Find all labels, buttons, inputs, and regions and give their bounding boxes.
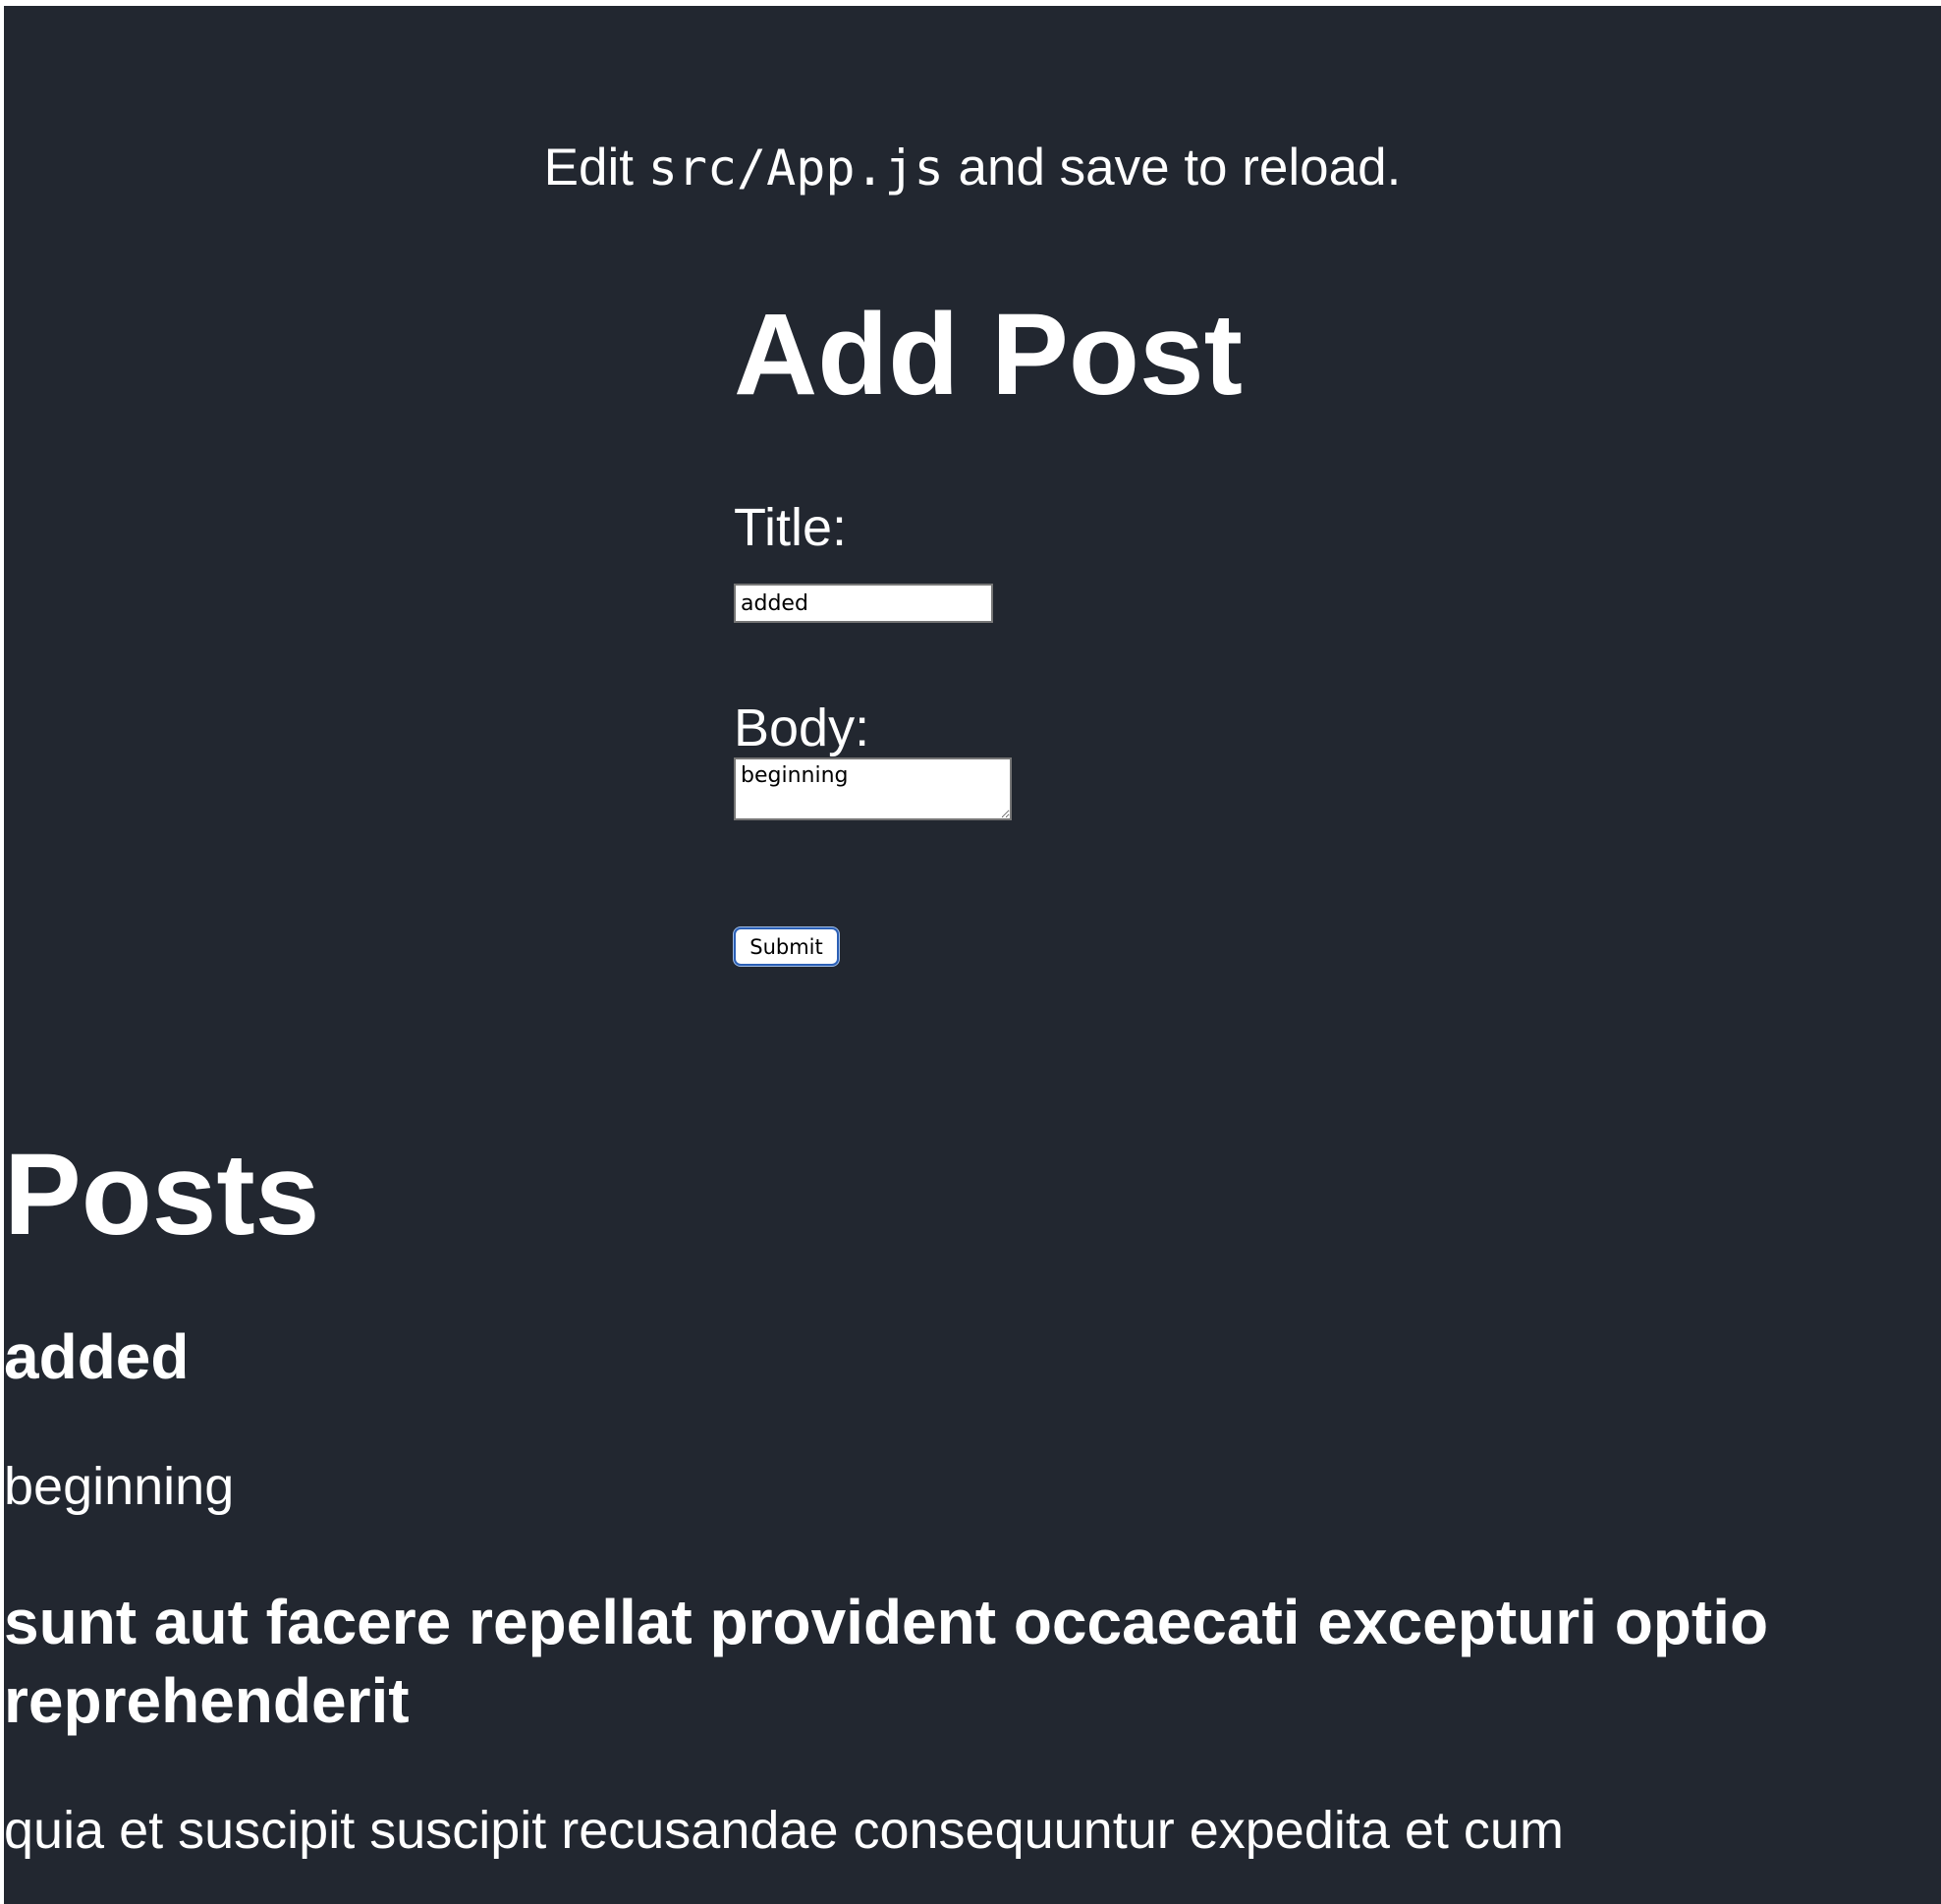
post-body: quia et suscipit suscipit recusandae con… [4, 1801, 1564, 1860]
submit-button[interactable]: Submit [734, 927, 839, 966]
posts-list: added beginning sunt aut facere repellat… [4, 1317, 1870, 1904]
add-post-heading: Add Post [734, 290, 1243, 420]
edit-prefix: Edit [543, 139, 634, 196]
body-label: Body: [734, 699, 870, 757]
posts-heading: Posts [4, 1130, 320, 1260]
post-title: added [4, 1321, 190, 1392]
edit-instruction: Edit src/App.js and save to reload. [4, 129, 1941, 207]
title-input[interactable] [734, 584, 993, 623]
body-textarea[interactable]: beginning [734, 757, 1012, 820]
title-label: Title: [734, 498, 848, 557]
post-item: added beginning [4, 1317, 1870, 1526]
post-title: sunt aut facere repellat provident occae… [4, 1587, 1769, 1736]
app-container: Edit src/App.js and save to reload. Add … [4, 6, 1941, 1904]
edit-file-path: src/App.js [647, 140, 944, 196]
post-item: sunt aut facere repellat provident occae… [4, 1583, 1870, 1870]
edit-suffix: and save to reload. [958, 139, 1402, 196]
post-body: beginning [4, 1457, 235, 1516]
